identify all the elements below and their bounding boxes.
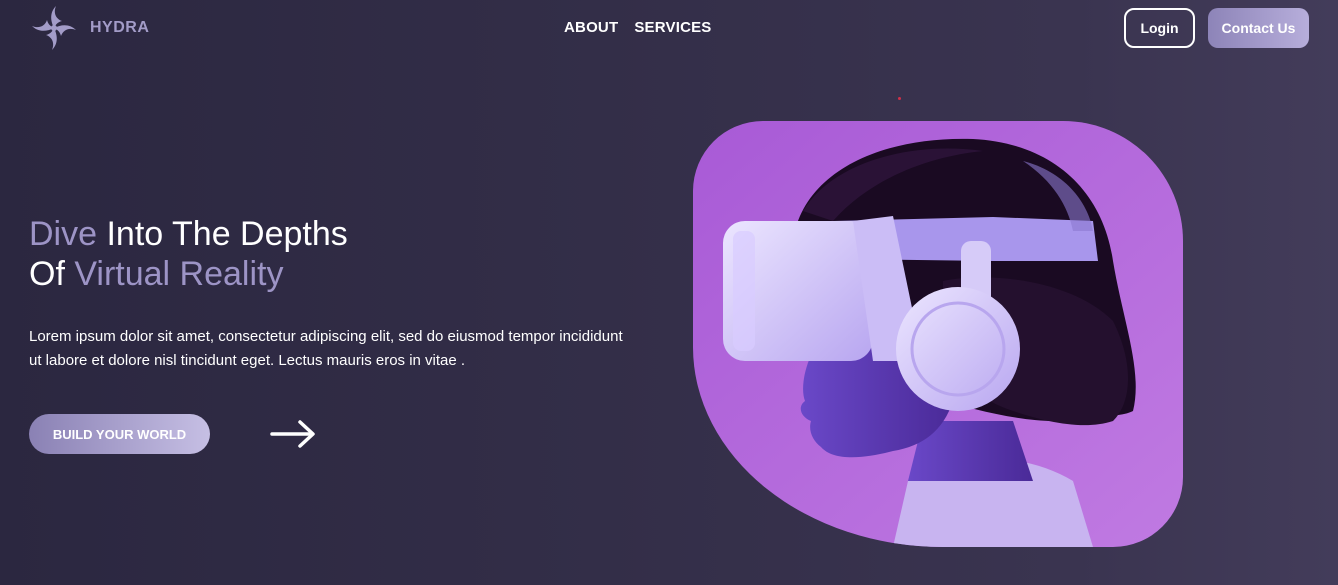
hero-title-text-1: Into The Depths [97, 215, 348, 253]
main-nav: ABOUT SERVICES [564, 19, 712, 36]
pinwheel-logo-icon [32, 6, 76, 50]
brand-name: HYDRA [90, 19, 150, 36]
build-your-world-button[interactable]: BUILD YOUR WORLD [29, 414, 210, 454]
hero-title-accent-1: Dive [29, 215, 98, 253]
contact-us-button[interactable]: Contact Us [1208, 8, 1309, 48]
hero-description: Lorem ipsum dolor sit amet, consectetur … [29, 328, 623, 369]
nav-link-services[interactable]: SERVICES [634, 19, 711, 36]
arrow-right-icon[interactable] [270, 418, 318, 450]
vr-headset-person-image [693, 121, 1183, 547]
brand-logo[interactable]: HYDRA [28, 2, 149, 54]
hero-title-accent-2: Virtual Reality [64, 255, 284, 293]
login-button[interactable]: Login [1124, 8, 1195, 48]
site-header: HYDRA ABOUT SERVICES Login Contact Us [0, 0, 1338, 56]
hero-title-text-2: Of [29, 255, 65, 293]
decorative-dot [898, 97, 901, 100]
hero-title: Dive Into The Depths Of Virtual Reality [29, 214, 348, 294]
nav-link-about[interactable]: ABOUT [564, 19, 618, 36]
